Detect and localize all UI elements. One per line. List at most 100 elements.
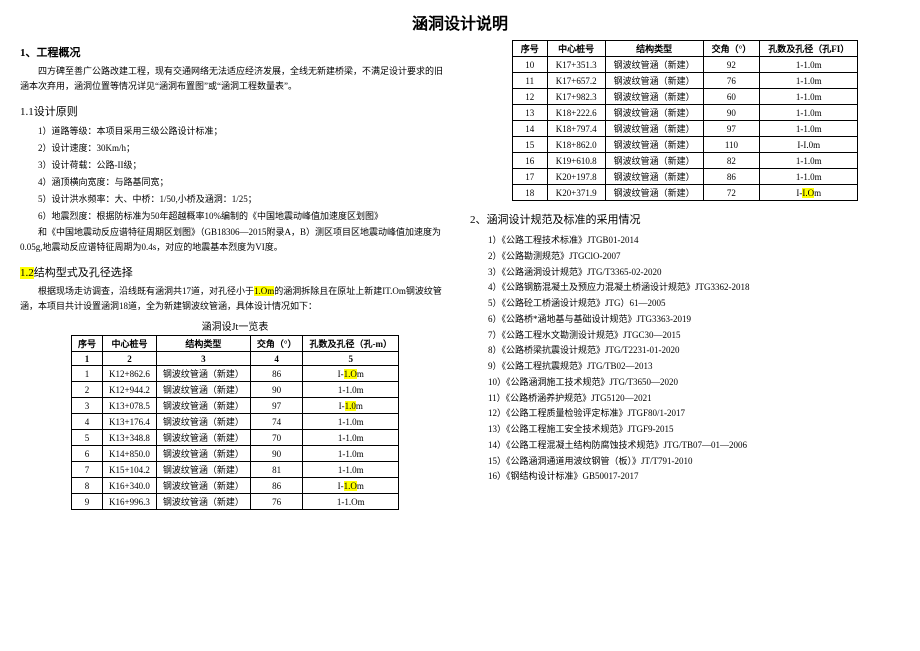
table1-h1: 中心桩号 bbox=[103, 336, 157, 352]
table-cell: I-I.0m bbox=[760, 137, 858, 153]
table-cell: 8 bbox=[72, 478, 103, 494]
table-cell: 15 bbox=[512, 137, 547, 153]
list-item: 4）涵顶横向宽度：与路基同宽； bbox=[20, 174, 450, 191]
table2-h4: 孔数及孔径（孔FI） bbox=[760, 41, 858, 57]
table-row: 1K12+862.6钢波纹管涵（新建）86I-1.Om bbox=[72, 366, 399, 382]
table-cell: 5 bbox=[72, 430, 103, 446]
table-cell: 钢波纹管涵（新建） bbox=[156, 366, 250, 382]
table-cell: 17 bbox=[512, 169, 547, 185]
table2-h1: 中心桩号 bbox=[547, 41, 605, 57]
table-row: 8K16+340.0钢波纹管涵（新建）86I-1.Om bbox=[72, 478, 399, 494]
table-cell: 16 bbox=[512, 153, 547, 169]
list-item: 8）《公路桥梁抗震设计规范》JTG/T2231-01-2020 bbox=[470, 343, 900, 359]
table-cell: 110 bbox=[703, 137, 760, 153]
table-row: 15K18+862.0钢波纹管涵（新建）110I-I.0m bbox=[512, 137, 857, 153]
table-cell: 1-1.0m bbox=[303, 446, 399, 462]
table-cell: 1-1.0m bbox=[760, 73, 858, 89]
table1-sh3: 4 bbox=[250, 352, 303, 366]
section-1-paragraph: 四方碑至善广公路改建工程，现有交通网络无法适应经济发展，全线无新建桥梁，不满足设… bbox=[20, 64, 450, 95]
section-1-2-paragraph: 根据现场走访调查，沿线既有涵洞共17道，对孔径小于1.Om的涵洞拆除且在原址上新… bbox=[20, 284, 450, 315]
table1-h3: 交角（°） bbox=[250, 336, 303, 352]
table1-subheader-row: 1 2 3 4 5 bbox=[72, 352, 399, 366]
list-item: 11）《公路桥涵养护规范》JTG5120—2021 bbox=[470, 391, 900, 407]
table-row: 9K16+996.3钢波纹管涵（新建）761-1.Om bbox=[72, 494, 399, 510]
table-row: 14K18+797.4钢波纹管涵（新建）971-1.0m bbox=[512, 121, 857, 137]
table-cell: 钢波纹管涵（新建） bbox=[156, 446, 250, 462]
left-column: 1、工程概况 四方碑至善广公路改建工程，现有交通网络无法适应经济发展，全线无新建… bbox=[20, 40, 450, 510]
table-cell: 钢波纹管涵（新建） bbox=[605, 153, 703, 169]
table-cell: K17+982.3 bbox=[547, 89, 605, 105]
table-cell: 12 bbox=[512, 89, 547, 105]
table-cell: 1-1.0m bbox=[303, 462, 399, 478]
table1-title: 涵洞设Jt一览表 bbox=[20, 318, 450, 333]
list-item: 6）地震烈度：根据防标准为50年超越概率10%编制的《中国地震动峰值加速度区划图… bbox=[20, 208, 450, 225]
table-row: 3K13+078.5钢波纹管涵（新建）97I-1.0m bbox=[72, 398, 399, 414]
table-cell: 钢波纹管涵（新建） bbox=[605, 57, 703, 73]
table1-sh4: 5 bbox=[303, 352, 399, 366]
table-cell: 13 bbox=[512, 105, 547, 121]
table-cell: K20+371.9 bbox=[547, 185, 605, 201]
table-cell: 72 bbox=[703, 185, 760, 201]
table1-h0: 序号 bbox=[72, 336, 103, 352]
table-cell: K19+610.8 bbox=[547, 153, 605, 169]
table-cell: 钢波纹管涵（新建） bbox=[605, 169, 703, 185]
list-item: 5）《公路砼工桥涵设计规范》JTG）61—2005 bbox=[470, 296, 900, 312]
table-cell: K18+862.0 bbox=[547, 137, 605, 153]
table-cell: 钢波纹管涵（新建） bbox=[156, 494, 250, 510]
table2-header-row: 序号 中心桩号 结构类型 交角（°） 孔数及孔径（孔FI） bbox=[512, 41, 857, 57]
table-cell: K14+850.0 bbox=[103, 446, 157, 462]
table-cell: 钢波纹管涵（新建） bbox=[156, 414, 250, 430]
table-cell: 1 bbox=[72, 366, 103, 382]
table1-h2: 结构类型 bbox=[156, 336, 250, 352]
list-item: 15）《公路涵洞通道用波纹钢管（板）》JT/T791-2010 bbox=[470, 454, 900, 470]
table-cell: I-I.Om bbox=[760, 185, 858, 201]
table-row: 18K20+371.9钢波纹管涵（新建）72I-I.Om bbox=[512, 185, 857, 201]
table-cell: 1-1.0m bbox=[760, 121, 858, 137]
table-cell: 7 bbox=[72, 462, 103, 478]
table-cell: 10 bbox=[512, 57, 547, 73]
list-item: 10）《公路涵洞施工技术规范》JTG/T3650—2020 bbox=[470, 375, 900, 391]
table-cell: 钢波纹管涵（新建） bbox=[156, 462, 250, 478]
section-1-2-prefix: 1.2 bbox=[20, 267, 34, 279]
table-row: 16K19+610.8钢波纹管涵（新建）821-1.0m bbox=[512, 153, 857, 169]
list-item: 3）设计荷载：公路-II级； bbox=[20, 157, 450, 174]
table-cell: 钢波纹管涵（新建） bbox=[605, 73, 703, 89]
table-cell: K13+078.5 bbox=[103, 398, 157, 414]
section-2-heading: 2、涵洞设计规范及标准的采用情况 bbox=[470, 211, 900, 227]
table-cell: K18+222.6 bbox=[547, 105, 605, 121]
list-item: 2）设计速度：30Km/h； bbox=[20, 140, 450, 157]
section-1-heading: 1、工程概况 bbox=[20, 44, 450, 60]
table2: 序号 中心桩号 结构类型 交角（°） 孔数及孔径（孔FI） 10K17+351.… bbox=[512, 40, 858, 201]
table-cell: 86 bbox=[250, 366, 303, 382]
table-cell: 86 bbox=[703, 169, 760, 185]
table1-header-row: 序号 中心桩号 结构类型 交角（°） 孔数及孔径（孔-m） bbox=[72, 336, 399, 352]
list-item: 16）《钢结构设计标准》GB50017-2017 bbox=[470, 469, 900, 485]
table-cell: K17+657.2 bbox=[547, 73, 605, 89]
list-item: 2）《公路勘测规范》JTGClO-2007 bbox=[470, 249, 900, 265]
table-cell: 60 bbox=[703, 89, 760, 105]
table-cell: K16+340.0 bbox=[103, 478, 157, 494]
table-cell: 74 bbox=[250, 414, 303, 430]
table-cell: K20+197.8 bbox=[547, 169, 605, 185]
table-row: 6K14+850.0钢波纹管涵（新建）901-1.0m bbox=[72, 446, 399, 462]
list-item: 5）设计洪水频率：大、中桥：1/50,小桥及涵洞：1/25； bbox=[20, 191, 450, 208]
table1-h4: 孔数及孔径（孔-m） bbox=[303, 336, 399, 352]
table-cell: 97 bbox=[703, 121, 760, 137]
table-cell: 1-1.0m bbox=[303, 414, 399, 430]
table-cell: 76 bbox=[703, 73, 760, 89]
table-row: 5K13+348.8钢波纹管涵（新建）701-1.0m bbox=[72, 430, 399, 446]
table1-sh0: 1 bbox=[72, 352, 103, 366]
table-cell: 1-1.0m bbox=[760, 89, 858, 105]
section-1-2-title: 结构型式及孔径选择 bbox=[34, 267, 133, 279]
table-cell: 钢波纹管涵（新建） bbox=[156, 430, 250, 446]
table-cell: 钢波纹管涵（新建） bbox=[605, 137, 703, 153]
table-cell: I-1.0m bbox=[303, 398, 399, 414]
sec12-p-a: 根据现场走访调查，沿线既有涵洞共17道，对孔径小于 bbox=[38, 286, 254, 296]
table-cell: 6 bbox=[72, 446, 103, 462]
page-title: 涵洞设计说明 bbox=[20, 10, 900, 34]
table-row: 11K17+657.2钢波纹管涵（新建）761-1.0m bbox=[512, 73, 857, 89]
table-cell: 钢波纹管涵（新建） bbox=[605, 185, 703, 201]
table-row: 12K17+982.3钢波纹管涵（新建）601-1.0m bbox=[512, 89, 857, 105]
table-cell: 1-1.0m bbox=[760, 153, 858, 169]
section-1-1-heading: 1.1设计原则 bbox=[20, 103, 450, 119]
